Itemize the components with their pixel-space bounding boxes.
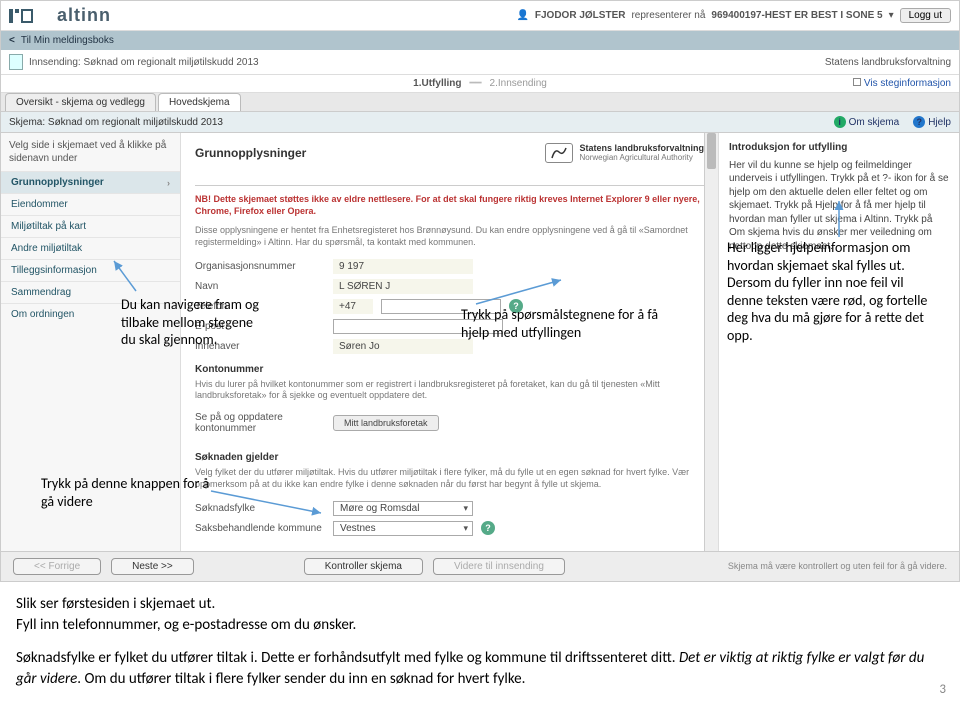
navn-label: Navn (195, 281, 325, 292)
below-p3a: Søknadsfylke er fylket du utfører tiltak… (16, 649, 679, 667)
mitt-landbruksforetak-button[interactable]: Mitt landbruksforetak (333, 415, 439, 431)
help-pane-heading: Introduksjon for utfylling (729, 141, 949, 155)
user-represents-text: representerer nå (631, 10, 705, 21)
screenshot-panel: altinn 👤 FJODOR JØLSTER representerer nå… (0, 0, 960, 582)
prev-button: << Forrige (13, 558, 101, 575)
annotation-questionmark: Trykk på spørsmålstegnene for å få hjelp… (461, 306, 661, 341)
next-button[interactable]: Neste >> (111, 558, 194, 575)
kontonummer-heading: Kontonummer (195, 364, 704, 375)
info-icon: i (834, 116, 846, 128)
soknaden-gjelder-info: Velg fylket der du utfører miljøtiltak. … (195, 467, 704, 490)
question-icon: ? (913, 116, 925, 128)
sidebar-item-grunnopplysninger[interactable]: Grunnopplysninger› (1, 171, 180, 193)
step-2: 2.Innsending (490, 78, 547, 89)
kontroller-button[interactable]: Kontroller skjema (304, 558, 423, 575)
kommune-help-icon[interactable]: ? (481, 521, 495, 535)
back-label: Til Min meldingsboks (21, 35, 114, 46)
agency-block: Statens landbruksforvaltning Norwegian A… (545, 143, 704, 163)
sidebar-item-andre-miljotiltak[interactable]: Andre miljøtiltak (1, 237, 180, 259)
videre-button: Videre til innsending (433, 558, 565, 575)
tab-main-form[interactable]: Hovedskjema (158, 93, 241, 111)
sidebar-item-miljotiltak-kart[interactable]: Miljøtiltak på kart (1, 215, 180, 237)
title-row: Innsending: Søknad om regionalt miljøtil… (1, 50, 959, 75)
chevron-left-icon: < (9, 35, 15, 46)
user-name: FJODOR JØLSTER (535, 10, 626, 21)
chevron-right-icon: › (167, 178, 170, 188)
person-icon: 👤 (516, 10, 528, 21)
altinn-logo-icon (9, 8, 51, 24)
below-line1: Slik ser førstesiden i skjemaet ut. (16, 595, 215, 613)
sidebar-item-eiendommer[interactable]: Eiendommer (1, 193, 180, 215)
kommune-select[interactable]: Vestnes (333, 521, 473, 536)
form-pane: Grunnopplysninger Statens landbruksforva… (181, 133, 719, 551)
chevron-down-icon[interactable]: ▾ (889, 10, 894, 21)
explanatory-text: Slik ser førstesiden i skjemaet ut. Fyll… (0, 582, 960, 722)
logo: altinn (9, 5, 111, 26)
step-1: 1.Utfylling (413, 78, 461, 89)
below-p3c: . Om du utfører tiltak i flere fylker se… (77, 670, 525, 688)
back-strip[interactable]: < Til Min meldingsboks (1, 31, 959, 50)
agency-logo-icon (545, 143, 573, 163)
tab-overview[interactable]: Oversikt - skjema og vedlegg (5, 93, 156, 111)
form-title: Innsending: Søknad om regionalt miljøtil… (29, 57, 259, 68)
square-icon (853, 78, 861, 86)
user-area: 👤 FJODOR JØLSTER representerer nå 969400… (516, 8, 951, 23)
user-org: 969400197-HEST ER BEST I SONE 5 (711, 10, 882, 21)
logo-text: altinn (57, 5, 111, 26)
annotation-navigate: Du kan navigere fram og tilbake mellom s… (121, 296, 261, 349)
schema-name: Skjema: Søknad om regionalt miljøtilskud… (9, 117, 223, 128)
agency-label: Statens landbruksforvaltning (825, 57, 951, 68)
scrollbar-thumb[interactable] (707, 133, 716, 169)
soknadsfylke-select[interactable]: Møre og Romsdal (333, 501, 473, 516)
scrollbar[interactable] (704, 133, 718, 551)
konto-update-label: Se på og oppdatere kontonummer (195, 412, 325, 434)
footer-note: Skjema må være kontrollert og uten feil … (728, 561, 947, 571)
orgnr-label: Organisasjonsnummer (195, 261, 325, 272)
telefon-prefix: +47 (333, 299, 373, 314)
help-link[interactable]: ?Hjelp (913, 116, 951, 128)
logout-button[interactable]: Logg ut (900, 8, 951, 23)
about-schema-link[interactable]: iOm skjema (834, 116, 900, 128)
kontonummer-info: Hvis du lurer på hvilket kontonummer som… (195, 379, 704, 402)
page-number: 3 (939, 682, 946, 697)
show-step-info-link[interactable]: Vis steginformasjon (864, 78, 951, 89)
soknaden-gjelder-heading: Søknaden gjelder (195, 452, 704, 463)
form-heading: Grunnopplysninger (195, 146, 306, 160)
schema-subheader: Skjema: Søknad om regionalt miljøtilskud… (1, 112, 959, 133)
soknadsfylke-label: Søknadsfylke (195, 503, 325, 514)
footer-bar: << Forrige Neste >> Kontroller skjema Vi… (1, 551, 959, 581)
annotation-nextbutton: Trykk på denne knappen for å gå videre (41, 475, 211, 510)
innehaver-value: Søren Jo (333, 339, 473, 354)
navn-value: L SØREN J (333, 279, 473, 294)
sidebar-item-tilleggsinformasjon[interactable]: Tilleggsinformasjon (1, 259, 180, 281)
steps-row: 1.Utfylling ━━ 2.Innsending Vis steginfo… (1, 75, 959, 93)
source-info: Disse opplysningene er hentet fra Enhets… (195, 225, 704, 248)
tabs: Oversikt - skjema og vedlegg Hovedskjema (1, 93, 959, 112)
sidebar-hint: Velg side i skjemaet ved å klikke på sid… (1, 133, 180, 171)
document-icon (9, 54, 23, 70)
kommune-label: Saksbehandlende kommune (195, 523, 325, 534)
below-line2: Fyll inn telefonnummer, og e-postadresse… (16, 616, 356, 634)
annotation-helppane: Her ligger hjelpeinformasjon om hvordan … (727, 239, 942, 344)
agency-subname: Norwegian Agricultural Authority (579, 154, 704, 163)
topbar: altinn 👤 FJODOR JØLSTER representerer nå… (1, 1, 959, 31)
orgnr-value: 9 197 (333, 259, 473, 274)
browser-warning: NB! Dette skjemaet støttes ikke av eldre… (195, 194, 704, 217)
